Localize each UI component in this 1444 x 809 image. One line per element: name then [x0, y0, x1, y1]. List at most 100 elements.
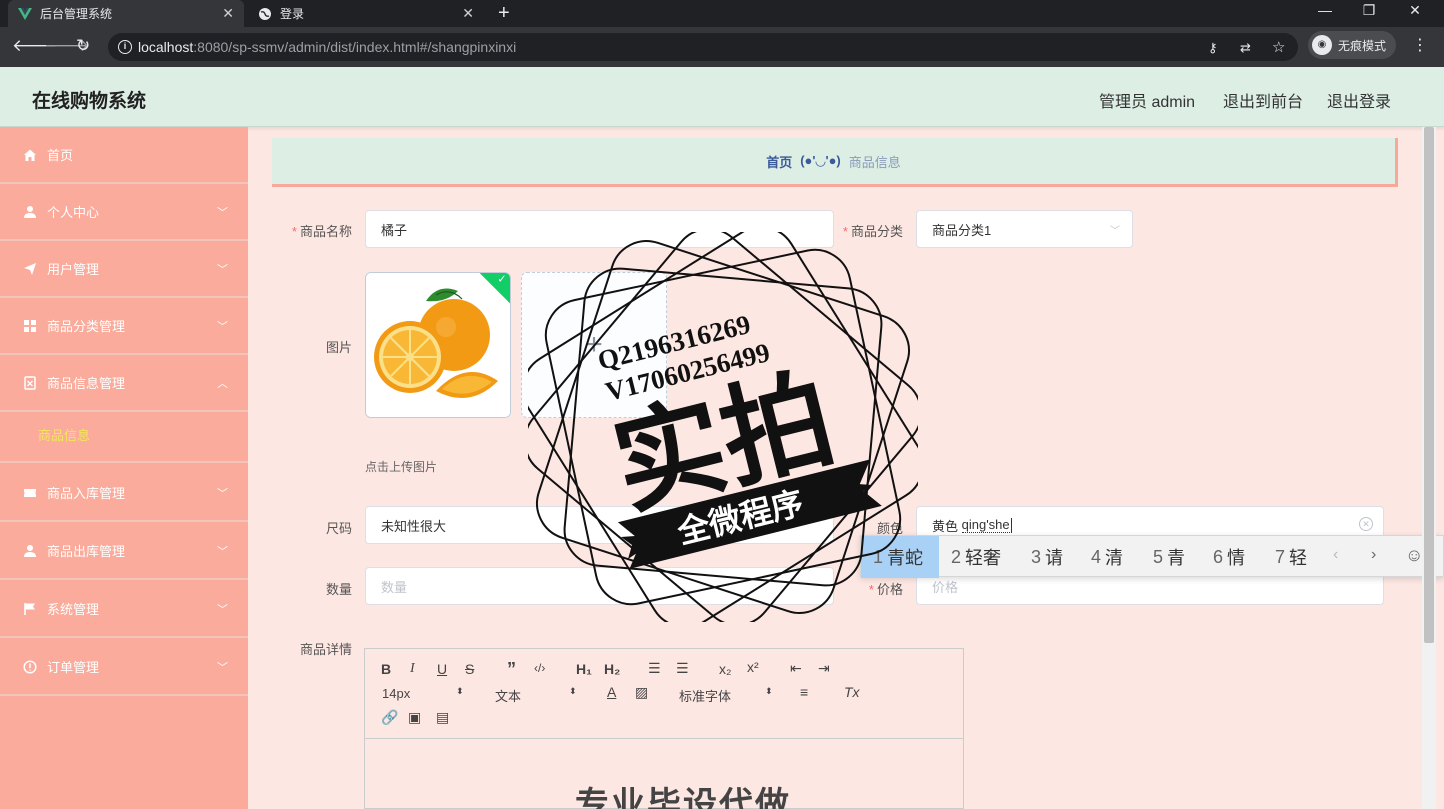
subscript-icon[interactable]: x₂	[719, 661, 731, 677]
logout-link[interactable]: 退出登录	[1327, 88, 1391, 112]
tab-close-icon[interactable]: ✕	[462, 5, 474, 22]
restore-icon[interactable]: ❐	[1346, 2, 1392, 19]
align-icon[interactable]: ≡	[800, 684, 808, 700]
quantity-label: 数量	[325, 582, 352, 597]
sidebar-item-stock-out-management[interactable]: 商品出库管理 ﹀	[0, 523, 248, 580]
strike-icon[interactable]: S	[465, 661, 474, 677]
ime-candidate[interactable]: 1 青蛇	[861, 536, 939, 578]
quantity-input[interactable]: 数量	[365, 567, 834, 605]
code-icon[interactable]: ‹/›	[534, 661, 545, 675]
size-input[interactable]: 未知性很大	[365, 506, 834, 544]
minimize-icon[interactable]: —	[1302, 2, 1348, 18]
indent-icon[interactable]: ⇥	[818, 660, 830, 677]
ime-prev-icon[interactable]: ‹	[1333, 546, 1338, 564]
incognito-badge[interactable]: ◉ 无痕模式	[1308, 31, 1397, 59]
block-type-select[interactable]: 文本 ⬍	[495, 686, 577, 705]
ime-composition-text: qing'she	[961, 517, 1010, 533]
sidebar-item-personal-center[interactable]: 个人中心 ﹀	[0, 184, 248, 241]
sidebar-item-user-management[interactable]: 用户管理 ﹀	[0, 241, 248, 298]
key-icon[interactable]: ⚷	[1208, 40, 1218, 56]
address-bar[interactable]: i localhost:8080/sp-ssmv/admin/dist/inde…	[108, 33, 1298, 61]
url-host: localhost	[138, 39, 194, 55]
ime-candidate[interactable]: 4清	[1087, 536, 1127, 578]
order-icon	[22, 659, 38, 675]
incognito-label: 无痕模式	[1338, 38, 1387, 53]
name-input[interactable]: 橘子	[365, 210, 834, 248]
clear-icon[interactable]: ✕	[1359, 517, 1373, 531]
ime-candidate[interactable]: 7轻	[1271, 536, 1311, 578]
browser-menu-icon[interactable]: ⋮	[1412, 35, 1428, 55]
text-caret	[1010, 517, 1012, 533]
sidebar-item-label: 商品入库管理	[47, 486, 126, 501]
sidebar-item-label: 商品出库管理	[47, 544, 126, 559]
bookmark-star-icon[interactable]: ☆	[1272, 38, 1285, 56]
ime-next-icon[interactable]: ›	[1371, 546, 1376, 564]
sidebar-item-label: 商品分类管理	[47, 319, 126, 334]
ime-candidate[interactable]: 5青	[1149, 536, 1189, 578]
page-scrollbar[interactable]	[1422, 127, 1436, 809]
user-icon	[22, 543, 38, 559]
chevron-down-icon: ﹀	[217, 604, 228, 616]
browser-tab-login[interactable]: 登录 ✕	[248, 0, 484, 27]
scrollbar-thumb[interactable]	[1424, 127, 1434, 643]
sidebar-item-home[interactable]: 首页	[0, 127, 248, 184]
sidebar-item-label: 订单管理	[47, 660, 100, 675]
editor-content-heading[interactable]: 专业毕设代做	[575, 777, 791, 809]
plus-icon: +	[585, 328, 603, 361]
heading2-icon[interactable]: H₂	[604, 661, 620, 677]
ime-candidate[interactable]: 6情	[1209, 536, 1249, 578]
image-upload-button[interactable]: +	[521, 272, 667, 418]
grid-icon	[22, 318, 38, 334]
blockquote-icon[interactable]: ”	[507, 659, 516, 680]
font-color-icon[interactable]: A	[607, 684, 616, 700]
link-icon[interactable]: 🔗	[381, 709, 398, 726]
reload-icon[interactable]: ↻	[76, 36, 90, 56]
sidebar-item-label: 商品信息管理	[47, 376, 126, 391]
flag-icon	[22, 601, 38, 617]
rich-text-editor: B I U S ” ‹/› H₁ H₂ ☰ ☰ x₂ x² ⇤ ⇥ 14px ⬍ …	[364, 648, 964, 809]
font-size-select[interactable]: 14px ⬍	[382, 686, 464, 701]
window-close-icon[interactable]: ✕	[1392, 2, 1438, 19]
chevron-down-icon: ﹀	[217, 488, 228, 500]
heading1-icon[interactable]: H₁	[576, 661, 592, 677]
ordered-list-icon[interactable]: ☰	[648, 660, 661, 677]
breadcrumb-home[interactable]: 首页	[766, 152, 792, 171]
sidebar-item-label: 个人中心	[47, 205, 100, 220]
sidebar-item-stock-in-management[interactable]: 商品入库管理 ﹀	[0, 465, 248, 522]
sidebar-item-system-management[interactable]: 系统管理 ﹀	[0, 581, 248, 638]
video-icon[interactable]: ▤	[436, 709, 449, 726]
browser-tab-title: 后台管理系统	[40, 7, 113, 21]
detail-label: 商品详情	[299, 642, 352, 657]
sidebar-item-category-management[interactable]: 商品分类管理 ﹀	[0, 298, 248, 355]
bullet-list-icon[interactable]: ☰	[676, 660, 689, 677]
send-icon	[22, 261, 38, 277]
site-info-icon[interactable]: i	[118, 40, 132, 54]
bold-icon[interactable]: B	[381, 661, 391, 677]
italic-icon[interactable]: I	[410, 661, 415, 677]
browser-tab-admin[interactable]: 后台管理系统 ✕	[8, 0, 244, 27]
sidebar-item-order-management[interactable]: 订单管理 ﹀	[0, 639, 248, 696]
incognito-icon: ◉	[1312, 35, 1332, 55]
breadcrumb-current: 商品信息	[848, 154, 901, 170]
tab-close-icon[interactable]: ✕	[222, 5, 234, 22]
underline-icon[interactable]: U	[437, 661, 447, 677]
translate-icon[interactable]: ⇄	[1240, 40, 1251, 56]
font-family-select[interactable]: 标准字体 ⬍	[679, 686, 773, 705]
exit-to-front-link[interactable]: 退出到前台	[1223, 88, 1303, 112]
uploaded-image-thumbnail[interactable]: ✓	[365, 272, 511, 418]
superscript-icon[interactable]: x²	[747, 659, 759, 675]
emoji-icon[interactable]: ☺	[1405, 545, 1423, 566]
image-icon[interactable]: ▣	[408, 709, 421, 726]
new-tab-icon[interactable]: +	[498, 2, 510, 25]
background-color-icon[interactable]: ▨	[635, 684, 648, 701]
sidebar-subitem-product-info[interactable]: 商品信息	[0, 407, 248, 463]
sidebar-item-product-info-management[interactable]: 商品信息管理 ︿	[0, 355, 248, 412]
clear-format-icon[interactable]: Tx	[844, 684, 860, 700]
ime-candidate[interactable]: 2 轻奢	[947, 536, 1005, 578]
category-select[interactable]: 商品分类1 ﹀	[916, 210, 1133, 248]
ime-candidate[interactable]: 3请	[1027, 536, 1067, 578]
breadcrumb: 首页 (●'◡'●) 商品信息	[272, 138, 1398, 187]
price-label: * 价格	[868, 582, 903, 597]
check-icon: ✓	[497, 273, 507, 286]
outdent-icon[interactable]: ⇤	[790, 660, 802, 677]
